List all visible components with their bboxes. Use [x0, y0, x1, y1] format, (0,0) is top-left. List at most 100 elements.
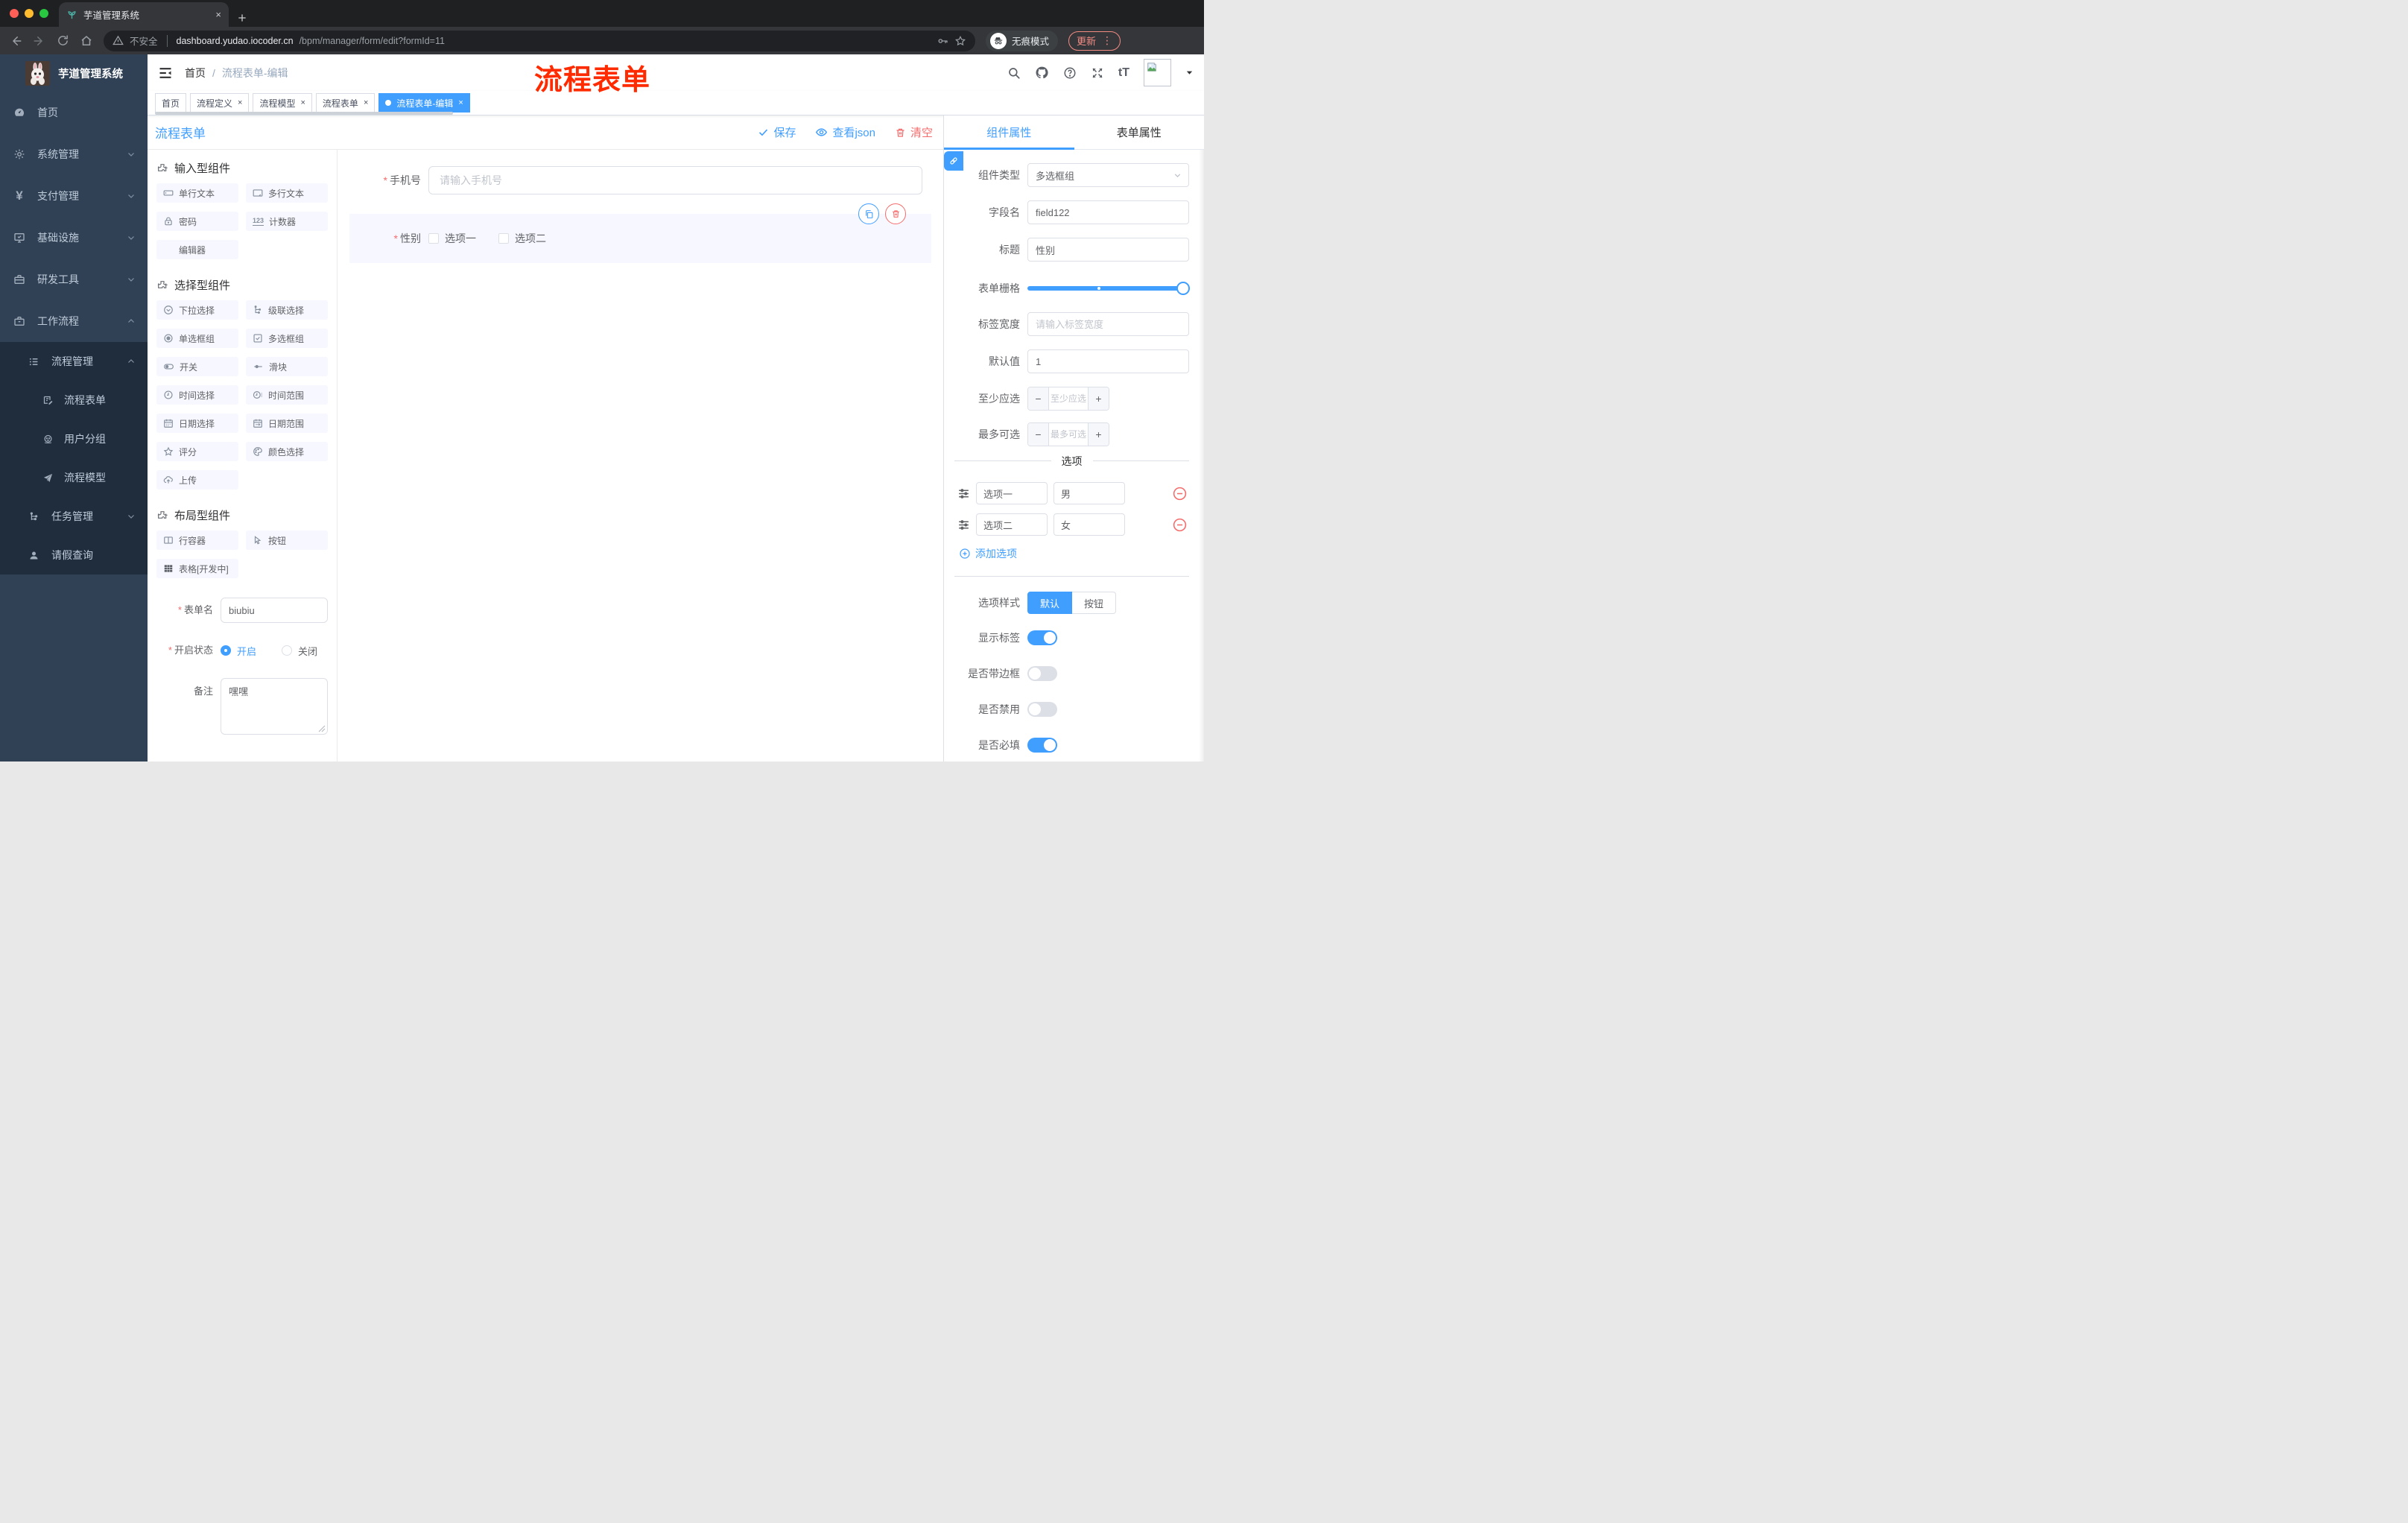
bookmark-star-icon[interactable]: [954, 35, 966, 47]
search-icon[interactable]: [1007, 66, 1021, 80]
palette-item-color-picker[interactable]: 颜色选择: [246, 442, 328, 461]
tag-process-form-edit[interactable]: 流程表单-编辑 ×: [378, 93, 470, 113]
max-select-input[interactable]: [1049, 423, 1088, 446]
url-bar[interactable]: 不安全 dashboard.yudao.iocoder.cn/bpm/manag…: [104, 30, 975, 51]
reload-icon[interactable]: [57, 34, 69, 47]
style-default-button[interactable]: 默认: [1027, 592, 1073, 614]
show-label-switch[interactable]: [1027, 630, 1057, 645]
style-button-button[interactable]: 按钮: [1072, 592, 1117, 614]
palette-item-editor[interactable]: 编辑器: [156, 240, 238, 259]
palette-item-slider[interactable]: 滑块: [246, 357, 328, 376]
close-icon[interactable]: ×: [458, 98, 463, 107]
github-icon[interactable]: [1035, 66, 1049, 80]
tag-process-form[interactable]: 流程表单 ×: [315, 93, 376, 113]
tag-process-model[interactable]: 流程模型 ×: [253, 93, 312, 113]
copy-component-button[interactable]: [858, 203, 879, 224]
tab-form-props[interactable]: 表单属性: [1074, 115, 1205, 149]
sidebar-item-workflow[interactable]: 工作流程: [0, 300, 148, 342]
close-icon[interactable]: ×: [300, 98, 305, 107]
browser-menu-kebab-icon[interactable]: ⋮: [1102, 34, 1112, 47]
add-option-button[interactable]: 添加选项: [954, 546, 1189, 561]
close-window-button[interactable]: [10, 9, 19, 18]
palette-item-button[interactable]: 按钮: [246, 531, 328, 550]
palette-item-table[interactable]: 表格[开发中]: [156, 559, 238, 578]
sidebar-item-payment[interactable]: ¥ 支付管理: [0, 175, 148, 217]
sidebar-item-process-management[interactable]: 流程管理: [0, 342, 148, 381]
increase-button[interactable]: +: [1088, 423, 1109, 446]
decrease-button[interactable]: −: [1028, 423, 1049, 446]
minimize-window-button[interactable]: [25, 9, 34, 18]
remove-option-button[interactable]: [1172, 486, 1188, 501]
sidebar-item-process-model[interactable]: 流程模型: [0, 458, 148, 497]
option-label-input[interactable]: [976, 513, 1048, 536]
tab-component-props[interactable]: 组件属性: [944, 115, 1074, 150]
close-icon[interactable]: ×: [238, 98, 242, 107]
canvas-field-gender-selected[interactable]: * 性别 选项一 选项二: [349, 203, 931, 263]
option-label-input[interactable]: [976, 482, 1048, 504]
slider-track[interactable]: [1027, 282, 1190, 295]
palette-item-time-range[interactable]: 时间范围: [246, 385, 328, 405]
text-size-icon[interactable]: tT: [1118, 66, 1129, 80]
drag-handle-icon[interactable]: [957, 519, 970, 531]
palette-item-multi-text[interactable]: 多行文本: [246, 183, 328, 203]
disabled-switch[interactable]: [1027, 702, 1057, 717]
home-icon[interactable]: [80, 34, 93, 48]
canvas-field-phone[interactable]: * 手机号: [358, 166, 922, 194]
palette-item-date-range[interactable]: 日期范围: [246, 414, 328, 433]
palette-item-row-container[interactable]: 行容器: [156, 531, 238, 550]
status-radio-off[interactable]: 关闭: [282, 644, 317, 658]
palette-item-time-picker[interactable]: 时间选择: [156, 385, 238, 405]
close-tab-icon[interactable]: ×: [215, 9, 221, 20]
password-key-icon[interactable]: [937, 35, 948, 47]
default-value-input[interactable]: [1027, 349, 1189, 373]
save-button[interactable]: 保存: [758, 124, 796, 140]
sidebar-item-devtools[interactable]: 研发工具: [0, 259, 148, 300]
fullscreen-icon[interactable]: [1091, 66, 1104, 80]
avatar[interactable]: [1144, 59, 1171, 86]
component-type-select[interactable]: 多选框组: [1027, 163, 1189, 187]
delete-component-button[interactable]: [885, 203, 906, 224]
checkbox[interactable]: [498, 233, 509, 244]
hamburger-icon[interactable]: [158, 66, 173, 80]
browser-tab[interactable]: 芋道管理系统 ×: [59, 2, 229, 27]
sidebar-item-process-form[interactable]: 流程表单: [0, 381, 148, 419]
palette-item-radio-group[interactable]: 单选框组: [156, 329, 238, 348]
label-width-input[interactable]: [1027, 312, 1189, 336]
field-name-input[interactable]: [1027, 200, 1189, 224]
drag-handle-icon[interactable]: [957, 487, 970, 500]
gender-option-1[interactable]: 选项一: [428, 231, 476, 246]
palette-item-cascader[interactable]: 级联选择: [246, 300, 328, 320]
remove-option-button[interactable]: [1172, 517, 1188, 533]
zoom-window-button[interactable]: [39, 9, 48, 18]
link-drawer-handle[interactable]: [944, 151, 963, 171]
palette-item-upload[interactable]: 上传: [156, 470, 238, 490]
form-name-input[interactable]: [221, 598, 328, 623]
sidebar-item-system[interactable]: 系统管理: [0, 133, 148, 175]
option-value-input[interactable]: [1054, 513, 1125, 536]
palette-item-switch[interactable]: 开关: [156, 357, 238, 376]
new-tab-button[interactable]: [236, 12, 248, 24]
decrease-button[interactable]: −: [1028, 387, 1049, 410]
tag-process-definition[interactable]: 流程定义 ×: [190, 93, 250, 113]
sidebar-item-leave-query[interactable]: 请假查询: [0, 536, 148, 574]
palette-item-select[interactable]: 下拉选择: [156, 300, 238, 320]
help-icon[interactable]: [1063, 66, 1077, 80]
sidebar-item-user-group[interactable]: 用户分组: [0, 419, 148, 458]
phone-input[interactable]: [428, 166, 922, 194]
form-remark-textarea[interactable]: 嘿嘿: [221, 678, 328, 735]
title-input[interactable]: [1027, 238, 1189, 262]
min-select-input[interactable]: [1049, 387, 1088, 410]
palette-item-rate[interactable]: 评分: [156, 442, 238, 461]
view-json-button[interactable]: 查看json: [815, 124, 875, 140]
caret-down-icon[interactable]: [1185, 69, 1194, 77]
palette-item-counter[interactable]: 123 计数器: [246, 212, 328, 231]
palette-item-password[interactable]: 密码: [156, 212, 238, 231]
tags-scrollbar[interactable]: [155, 112, 453, 115]
back-icon[interactable]: [9, 34, 22, 48]
checkbox[interactable]: [428, 233, 439, 244]
palette-item-date-picker[interactable]: 日期选择: [156, 414, 238, 433]
breadcrumb-home[interactable]: 首页: [185, 66, 206, 80]
tag-home[interactable]: 首页: [155, 93, 187, 113]
form-grid-slider[interactable]: [1027, 276, 1190, 300]
update-button[interactable]: 更新 ⋮: [1068, 31, 1121, 51]
